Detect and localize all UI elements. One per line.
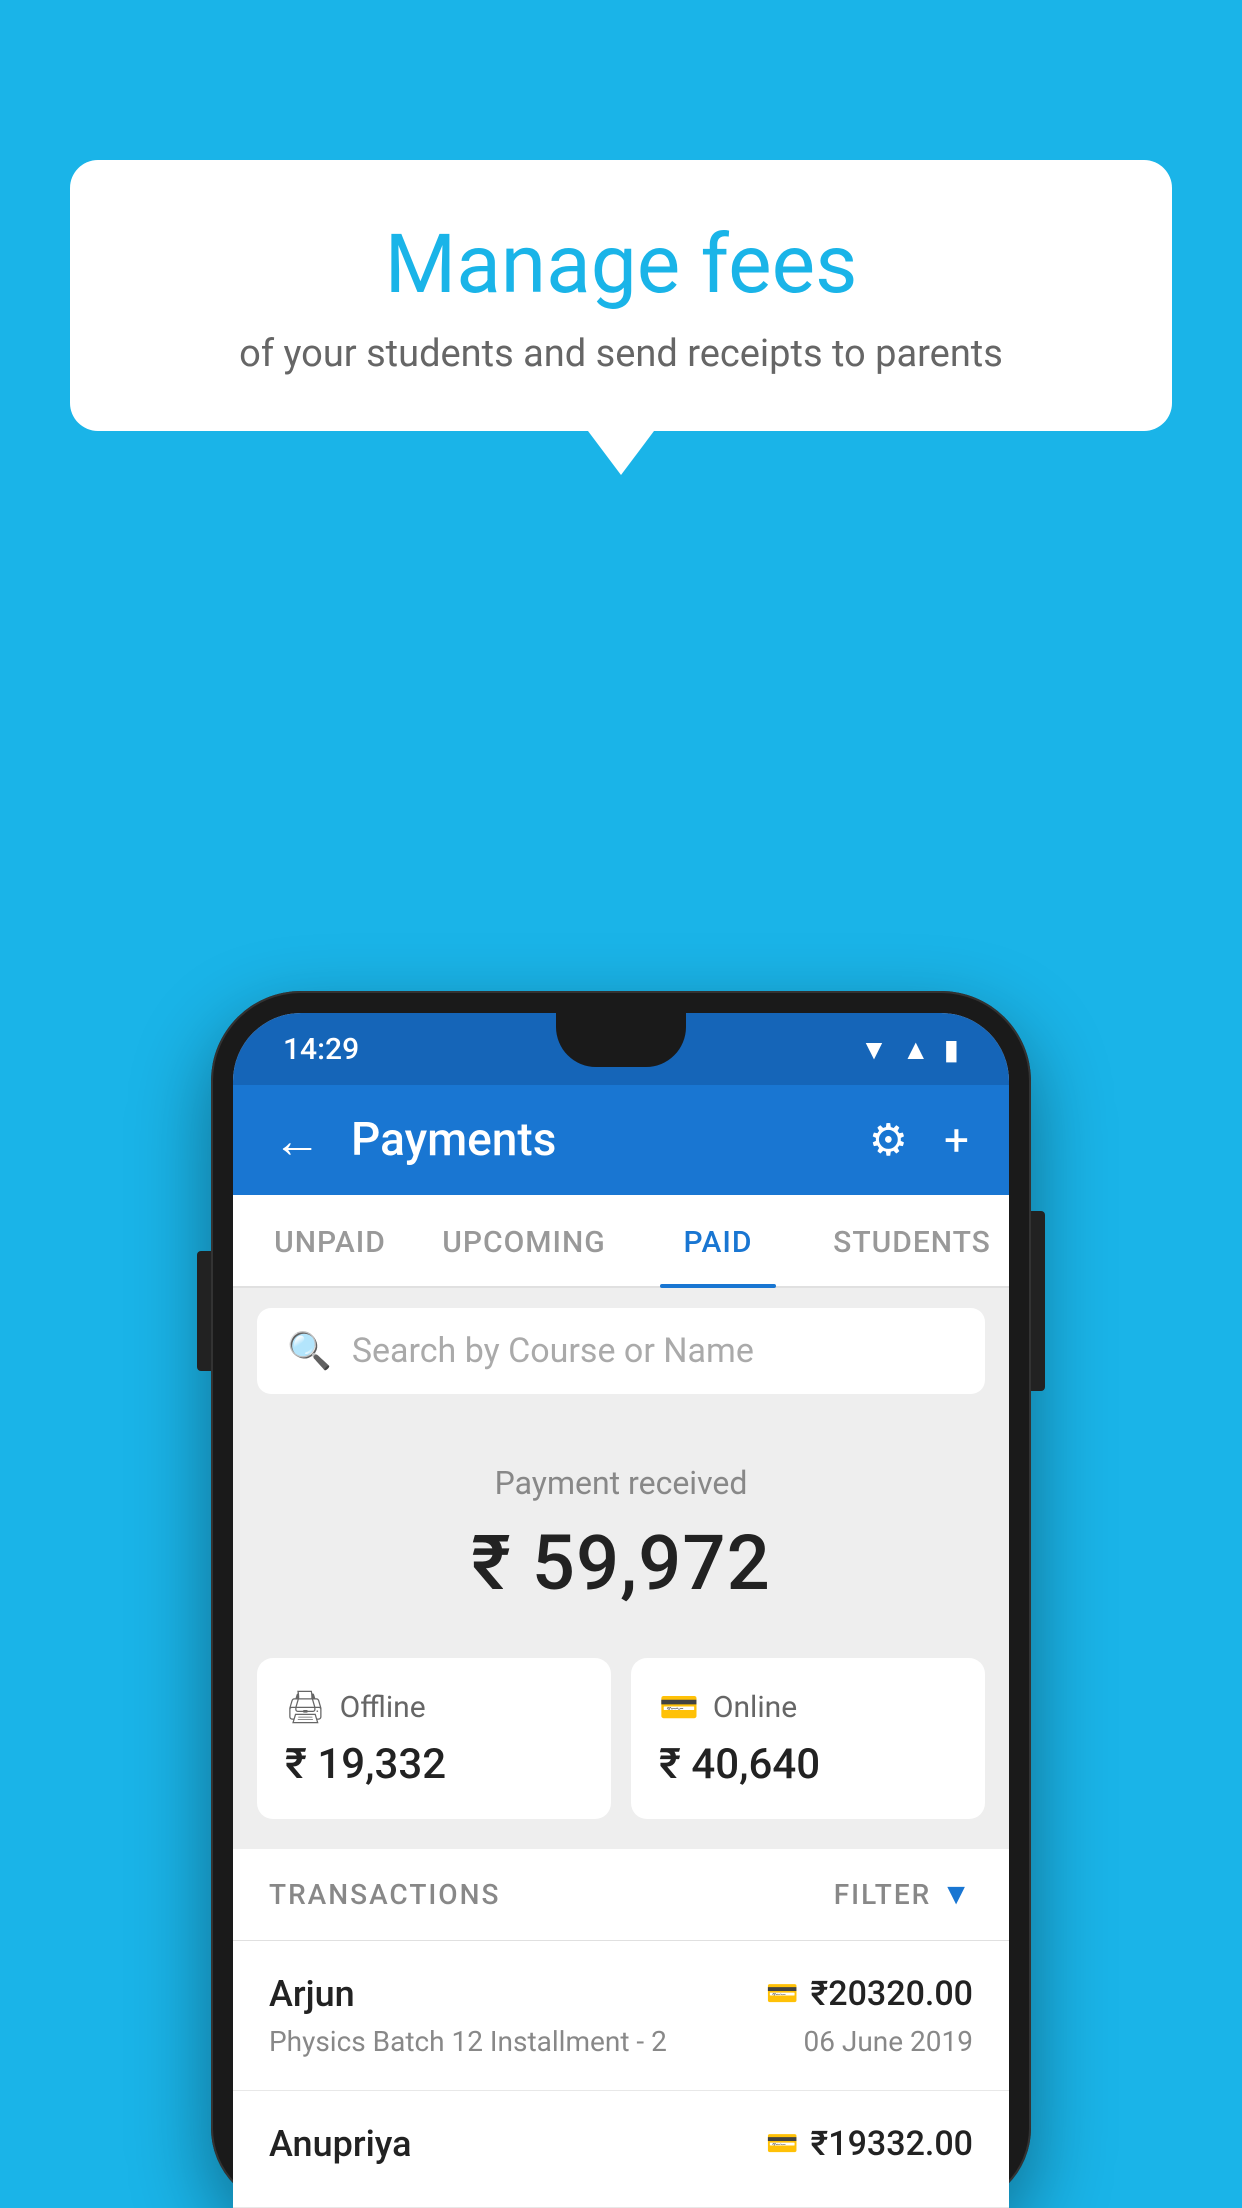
transactions-label: TRANSACTIONS: [269, 1878, 500, 1911]
transaction-row-anupriya[interactable]: Anupriya 💳 ₹19332.00: [233, 2091, 1009, 2208]
transaction-amount: ₹20320.00: [811, 1974, 973, 2014]
transaction-amount-wrap-2: 💳 ₹19332.00: [766, 2124, 973, 2164]
filter-button[interactable]: FILTER ▼: [834, 1877, 973, 1912]
online-label: Online: [713, 1690, 797, 1725]
signal-icon: ▲: [902, 1033, 930, 1066]
phone-screen: 14:29 ▼ ▲ ▮ ← Payments ⚙ + UNPAID UPCO: [233, 1013, 1009, 2208]
search-container: 🔍 Search by Course or Name: [233, 1288, 1009, 1414]
payment-received-amount: ₹ 59,972: [257, 1518, 985, 1608]
offline-amount: ₹ 19,332: [285, 1740, 583, 1789]
transaction-bottom: Physics Batch 12 Installment - 2 06 June…: [269, 2025, 973, 2058]
tab-upcoming[interactable]: UPCOMING: [427, 1195, 621, 1286]
app-bar: ← Payments ⚙ +: [233, 1085, 1009, 1195]
phone-mockup: 14:29 ▼ ▲ ▮ ← Payments ⚙ + UNPAID UPCO: [211, 991, 1031, 2208]
transaction-top-2: Anupriya 💳 ₹19332.00: [269, 2123, 973, 2165]
settings-icon[interactable]: ⚙: [869, 1114, 908, 1166]
status-bar: 14:29 ▼ ▲ ▮: [233, 1013, 1009, 1085]
transactions-header: TRANSACTIONS FILTER ▼: [233, 1849, 1009, 1941]
payment-cards-row: 🖨 Offline ₹ 19,332 💳 Online ₹ 40,640: [233, 1638, 1009, 1849]
transaction-amount-2: ₹19332.00: [811, 2124, 973, 2164]
online-icon: 💳: [659, 1688, 699, 1726]
bubble-title: Manage fees: [120, 220, 1122, 310]
status-icons: ▼ ▲ ▮: [860, 1033, 959, 1066]
transaction-top: Arjun 💳 ₹20320.00: [269, 1973, 973, 2015]
speech-bubble-container: Manage fees of your students and send re…: [70, 160, 1172, 431]
search-icon: 🔍: [287, 1330, 332, 1372]
battery-icon: ▮: [944, 1033, 959, 1066]
transaction-name: Arjun: [269, 1973, 355, 2015]
app-bar-icons: ⚙ +: [869, 1114, 969, 1166]
bubble-subtitle: of your students and send receipts to pa…: [120, 332, 1122, 376]
status-time: 14:29: [283, 1032, 359, 1067]
transaction-detail: Physics Batch 12 Installment - 2: [269, 2025, 667, 2058]
tab-students[interactable]: STUDENTS: [815, 1195, 1009, 1286]
online-amount: ₹ 40,640: [659, 1740, 957, 1789]
tab-paid[interactable]: PAID: [621, 1195, 815, 1286]
filter-label: FILTER: [834, 1878, 932, 1911]
transaction-date: 06 June 2019: [803, 2025, 973, 2058]
tabs-bar: UNPAID UPCOMING PAID STUDENTS: [233, 1195, 1009, 1288]
add-icon[interactable]: +: [944, 1114, 969, 1166]
online-card-header: 💳 Online: [659, 1688, 957, 1726]
offline-card: 🖨 Offline ₹ 19,332: [257, 1658, 611, 1819]
payment-received-section: Payment received ₹ 59,972: [233, 1414, 1009, 1638]
wifi-icon: ▼: [860, 1033, 888, 1066]
search-box[interactable]: 🔍 Search by Course or Name: [257, 1308, 985, 1394]
search-input[interactable]: Search by Course or Name: [352, 1331, 754, 1371]
phone-outer: 14:29 ▼ ▲ ▮ ← Payments ⚙ + UNPAID UPCO: [211, 991, 1031, 2208]
speech-bubble: Manage fees of your students and send re…: [70, 160, 1172, 431]
transaction-name-2: Anupriya: [269, 2123, 412, 2165]
transaction-row-arjun[interactable]: Arjun 💳 ₹20320.00 Physics Batch 12 Insta…: [233, 1941, 1009, 2091]
transaction-type-icon: 💳: [766, 1979, 798, 2009]
offline-label: Offline: [340, 1690, 426, 1725]
offline-icon: 🖨: [285, 1688, 326, 1726]
offline-card-header: 🖨 Offline: [285, 1688, 583, 1726]
notch: [556, 1013, 686, 1067]
transaction-amount-wrap: 💳 ₹20320.00: [766, 1974, 973, 2014]
back-button[interactable]: ←: [273, 1112, 321, 1169]
app-title: Payments: [351, 1113, 839, 1167]
tab-unpaid[interactable]: UNPAID: [233, 1195, 427, 1286]
filter-icon: ▼: [941, 1877, 973, 1912]
payment-received-label: Payment received: [257, 1464, 985, 1502]
online-card: 💳 Online ₹ 40,640: [631, 1658, 985, 1819]
transaction-type-icon-2: 💳: [766, 2129, 798, 2159]
